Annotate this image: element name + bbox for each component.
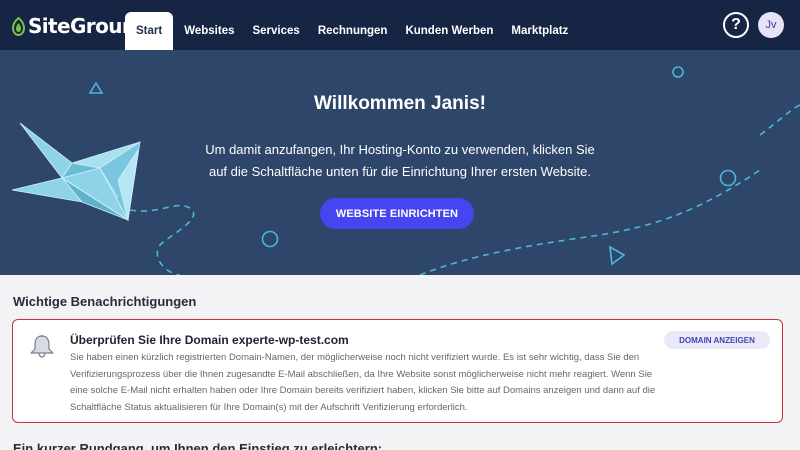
tab-start[interactable]: Start bbox=[125, 12, 174, 50]
top-navigation: SiteGround Start Websites Services Rechn… bbox=[0, 0, 800, 50]
tab-websites[interactable]: Websites bbox=[175, 12, 243, 50]
main-tabs: Start Websites Services Rechnungen Kunde… bbox=[125, 12, 577, 50]
tour-heading: Ein kurzer Rundgang, um Ihnen den Einsti… bbox=[13, 441, 383, 450]
question-icon: ? bbox=[731, 16, 741, 33]
tab-kunden-werben[interactable]: Kunden Werben bbox=[396, 12, 502, 50]
view-domain-button[interactable]: DOMAIN ANZEIGEN bbox=[664, 331, 770, 349]
tab-rechnungen[interactable]: Rechnungen bbox=[309, 12, 397, 50]
bell-icon bbox=[30, 335, 54, 358]
domain-verification-notice: Überprüfen Sie Ihre Domain experte-wp-te… bbox=[12, 319, 783, 423]
tab-services[interactable]: Services bbox=[243, 12, 308, 50]
setup-website-button[interactable]: WEBSITE EINRICHTEN bbox=[320, 198, 474, 229]
welcome-title: Willkommen Janis! bbox=[314, 93, 486, 114]
paper-crane-icon bbox=[11, 122, 141, 222]
notice-body: Sie haben einen kürzlich registrierten D… bbox=[70, 352, 656, 413]
notifications-heading: Wichtige Benachrichtigungen bbox=[13, 294, 197, 309]
siteground-logo-icon bbox=[12, 16, 25, 36]
help-button[interactable]: ? bbox=[723, 12, 749, 38]
welcome-hero: Willkommen Janis! Um damit anzufangen, I… bbox=[0, 50, 800, 275]
tab-marktplatz[interactable]: Marktplatz bbox=[502, 12, 577, 50]
notice-title: Überprüfen Sie Ihre Domain experte-wp-te… bbox=[70, 333, 349, 347]
welcome-text: Um damit anzufangen, Ihr Hosting-Konto z… bbox=[205, 142, 595, 179]
user-avatar[interactable]: Jv bbox=[758, 12, 784, 38]
avatar-initials: Jv bbox=[765, 19, 777, 31]
